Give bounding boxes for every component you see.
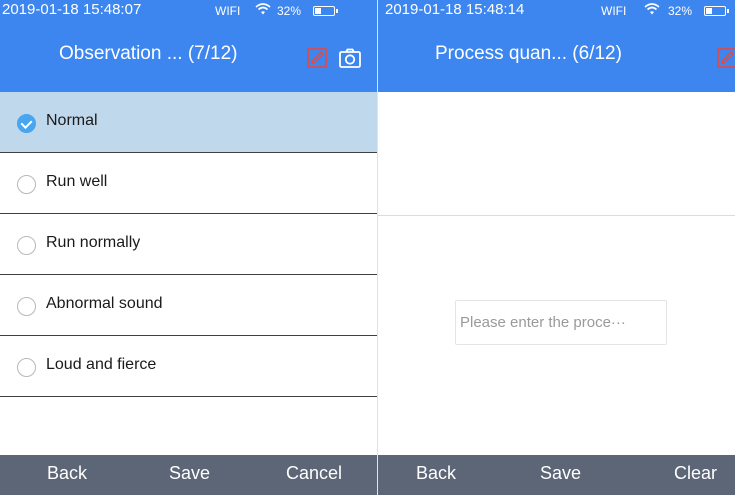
- camera-icon[interactable]: [339, 48, 361, 68]
- option-label: Run well: [46, 173, 108, 190]
- header-bar: 2019-01-18 15:48:07 WIFI 32% Observation…: [0, 0, 377, 92]
- radio-checked-icon[interactable]: [17, 114, 36, 133]
- status-bar: 2019-01-18 15:48:07 WIFI 32%: [0, 0, 377, 22]
- page-title: Process quan... (6/12): [435, 43, 622, 64]
- option-list: Normal Run well Run normally Abnormal so…: [0, 92, 377, 397]
- status-time: 2019-01-18 15:48:07: [2, 1, 142, 18]
- save-button[interactable]: Save: [540, 463, 581, 484]
- list-item-normal[interactable]: Normal: [0, 92, 377, 153]
- pencil-icon[interactable]: [717, 48, 735, 68]
- radio-icon[interactable]: [17, 358, 36, 377]
- option-label: Loud and fierce: [46, 356, 157, 373]
- bottom-toolbar: Back Save Clear: [378, 455, 735, 495]
- list-item-loud-and-fierce[interactable]: Loud and fierce: [0, 336, 377, 397]
- wifi-icon: [644, 0, 660, 22]
- header-bar: 2019-01-18 15:48:14 WIFI 32% Process qua…: [378, 0, 735, 92]
- option-label: Normal: [46, 112, 98, 129]
- battery-percent: 32%: [277, 4, 302, 18]
- network-label: WIFI: [601, 4, 627, 18]
- list-item-run-normally[interactable]: Run normally: [0, 214, 377, 275]
- battery-percent: 32%: [668, 4, 693, 18]
- process-quantity-panel: 2019-01-18 15:48:14 WIFI 32% Process qua…: [377, 0, 735, 495]
- divider: [378, 215, 735, 216]
- process-quantity-input[interactable]: [455, 300, 667, 345]
- status-time: 2019-01-18 15:48:14: [385, 1, 525, 18]
- back-button[interactable]: Back: [416, 463, 456, 484]
- wifi-icon: [255, 0, 271, 22]
- network-label: WIFI: [215, 4, 241, 18]
- radio-icon[interactable]: [17, 236, 36, 255]
- option-label: Abnormal sound: [46, 295, 163, 312]
- save-button[interactable]: Save: [169, 463, 210, 484]
- status-bar: 2019-01-18 15:48:14 WIFI 32%: [378, 0, 735, 22]
- battery-icon: [313, 6, 338, 16]
- cancel-button[interactable]: Cancel: [286, 463, 342, 484]
- option-label: Run normally: [46, 234, 141, 251]
- battery-icon: [704, 6, 729, 16]
- bottom-toolbar: Back Save Cancel: [0, 455, 377, 495]
- radio-icon[interactable]: [17, 175, 36, 194]
- pencil-icon[interactable]: [307, 48, 327, 68]
- back-button[interactable]: Back: [47, 463, 87, 484]
- radio-icon[interactable]: [17, 297, 36, 316]
- page-title: Observation ... (7/12): [59, 43, 238, 64]
- list-item-run-well[interactable]: Run well: [0, 153, 377, 214]
- observation-panel: 2019-01-18 15:48:07 WIFI 32% Observation…: [0, 0, 377, 495]
- list-item-abnormal-sound[interactable]: Abnormal sound: [0, 275, 377, 336]
- clear-button[interactable]: Clear: [674, 463, 717, 484]
